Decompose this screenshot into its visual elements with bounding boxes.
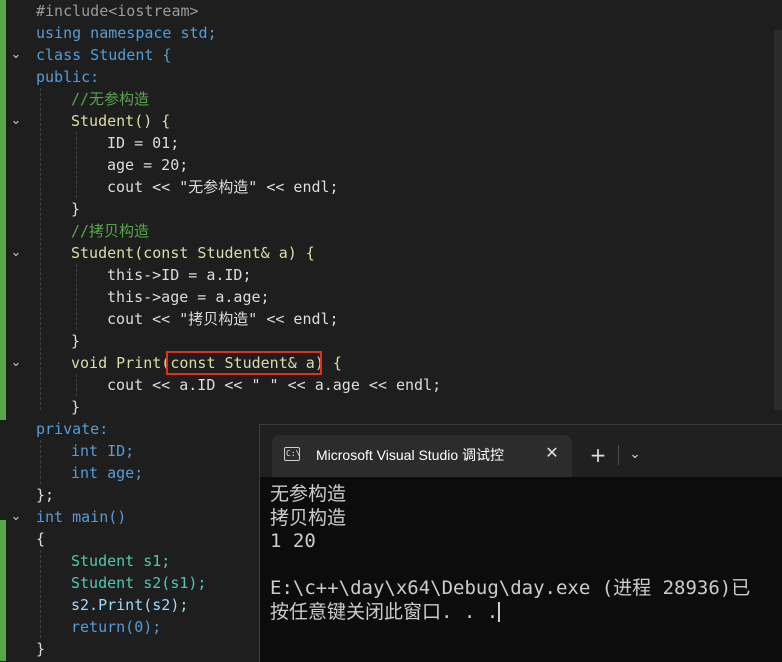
code-line-25: {	[36, 530, 46, 548]
code-line-22: int age;	[71, 464, 144, 482]
code-line-27: Student s2(s1);	[71, 574, 207, 592]
indent-guide	[40, 88, 41, 410]
code-line-26: Student s1;	[71, 552, 171, 570]
code-line-20: private:	[36, 420, 109, 438]
output-line-5: E:\c++\day\x64\Debug\day.exe (进程 28936)已	[270, 577, 751, 599]
code-line-11: //拷贝构造	[71, 222, 150, 240]
code-line-28: s2.Print(s2);	[71, 596, 189, 614]
code-line-1: #include<iostream>	[36, 2, 199, 20]
code-line-7: ID = 01;	[107, 134, 180, 152]
output-line-2: 拷贝构造	[270, 506, 347, 529]
output-line-4	[270, 554, 782, 578]
indent-guide	[40, 440, 41, 484]
output-line-1: 无参构造	[270, 483, 347, 505]
code-line-21: int ID;	[71, 442, 135, 460]
code-line-12: Student(const Student& a) {	[71, 244, 315, 262]
change-margin-bottom	[0, 520, 6, 661]
indent-guide	[76, 132, 77, 198]
output-line-6-text: 按任意键关闭此窗口. . .	[270, 600, 499, 623]
code-line-15: cout << "拷贝构造" << endl;	[107, 310, 339, 328]
change-margin-top	[0, 0, 6, 420]
code-line-2: using namespace std;	[36, 22, 217, 44]
output-line-3: 1 20	[270, 530, 316, 552]
terminal-titlebar: C:\ Microsoft Visual Studio 调试控 ✕ + ⌄	[260, 425, 782, 477]
terminal-tab[interactable]: C:\ Microsoft Visual Studio 调试控 ✕	[272, 435, 572, 477]
highlight-annotation-box	[166, 351, 322, 375]
editor-scrollbar[interactable]	[774, 30, 782, 410]
code-line-3: class Student {	[36, 46, 172, 64]
indent-guide	[76, 264, 77, 330]
tab-divider	[618, 445, 619, 465]
code-line-14: this->age = a.age;	[107, 288, 270, 306]
fold-chevron-ctor[interactable]: ⌄	[8, 110, 24, 132]
code-line-6: Student() {	[71, 112, 171, 130]
terminal-output[interactable]: 无参构造 拷贝构造 1 20 E:\c++\day\x64\Debug\day.…	[270, 483, 782, 624]
code-line-23: };	[36, 486, 55, 504]
debug-console-window[interactable]: C:\ Microsoft Visual Studio 调试控 ✕ + ⌄ 无参…	[259, 424, 782, 662]
fold-chevron-print[interactable]: ⌄	[8, 352, 24, 374]
code-line-13: this->ID = a.ID;	[107, 266, 252, 284]
code-line-9: cout << "无参构造" << endl;	[107, 178, 339, 196]
code-line-29: return(0);	[71, 618, 162, 636]
close-icon[interactable]: ✕	[540, 441, 564, 465]
chevron-down-icon[interactable]: ⌄	[624, 443, 646, 467]
fold-chevron-copy-ctor[interactable]: ⌄	[8, 242, 24, 264]
code-line-10: }	[71, 200, 81, 218]
code-line-16: }	[71, 332, 81, 350]
terminal-tab-title: Microsoft Visual Studio 调试控	[316, 447, 505, 463]
code-line-18: cout << a.ID << " " << a.age << endl;	[107, 376, 442, 394]
fold-chevron-class[interactable]: ⌄	[8, 44, 24, 66]
indent-guide	[76, 374, 77, 396]
console-icon: C:\	[284, 447, 300, 461]
code-line-19: }	[71, 398, 81, 416]
indent-guide	[40, 550, 41, 638]
code-line-24: int main()	[36, 508, 127, 526]
plus-icon[interactable]: +	[586, 443, 610, 467]
output-line-6: 按任意键关闭此窗口. . .	[270, 601, 782, 625]
code-line-8: age = 20;	[107, 156, 189, 174]
code-line-30: }	[36, 640, 46, 658]
code-line-4: public:	[36, 68, 100, 86]
code-line-2-text: using namespace std;	[36, 24, 217, 42]
text-cursor	[498, 602, 501, 622]
fold-chevron-main[interactable]: ⌄	[8, 506, 24, 528]
code-line-5: //无参构造	[71, 90, 150, 108]
